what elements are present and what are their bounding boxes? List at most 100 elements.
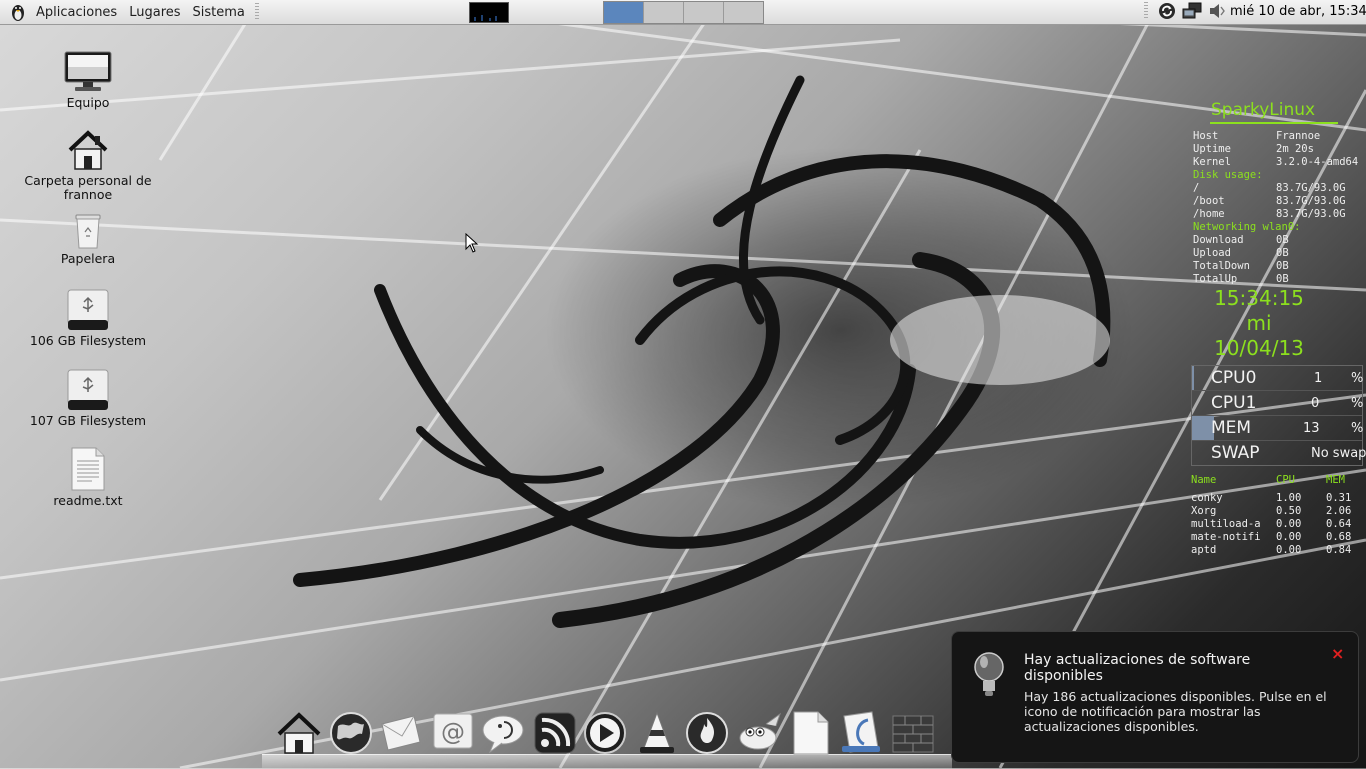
conky-net-row: Download 0B bbox=[1186, 234, 1366, 247]
menu-aplicaciones[interactable]: Aplicaciones bbox=[30, 5, 123, 20]
workspace-4[interactable] bbox=[724, 2, 763, 23]
conky-process-table: Name CPU MEM conky 1.00 0.31 Xorg 0.50 2.06 … bbox=[1186, 474, 1366, 557]
meter-label: CPU1 bbox=[1211, 393, 1257, 413]
desktop-icon-equipo[interactable]: Equipo bbox=[18, 50, 158, 110]
conky-date: 10/04/13 bbox=[1214, 336, 1304, 360]
conky-key: Uptime bbox=[1193, 143, 1231, 155]
desktop-icon-readme[interactable]: readme.txt bbox=[18, 446, 158, 508]
network-icon[interactable] bbox=[1182, 2, 1202, 20]
conky-key: TotalUp bbox=[1193, 273, 1238, 285]
conky-key: /home bbox=[1193, 208, 1225, 220]
process-mem: 0.64 bbox=[1326, 518, 1352, 530]
firewall-icon[interactable] bbox=[890, 710, 936, 756]
process-row: conky 1.00 0.31 bbox=[1186, 492, 1366, 505]
meter-label: SWAP bbox=[1211, 443, 1260, 463]
desktop-icon-label: Equipo bbox=[66, 95, 110, 110]
menu-lugares[interactable]: Lugares bbox=[123, 5, 186, 20]
meter-value: 1 bbox=[1314, 371, 1323, 386]
system-tray bbox=[1140, 2, 1226, 20]
chat-icon[interactable] bbox=[480, 710, 526, 756]
menu-sistema[interactable]: Sistema bbox=[187, 5, 251, 20]
mail-icon[interactable] bbox=[378, 710, 424, 756]
panel-grip[interactable] bbox=[254, 3, 259, 21]
tray-grip[interactable] bbox=[1144, 2, 1148, 20]
office-icon[interactable] bbox=[838, 710, 884, 756]
conky-key: TotalDown bbox=[1193, 260, 1250, 272]
notification-close-button[interactable]: × bbox=[1331, 644, 1344, 663]
process-mem: 0.68 bbox=[1326, 531, 1352, 543]
conky-widget: SparkyLinux Host Frannoe Uptime 2m 20s Ker… bbox=[1186, 100, 1366, 557]
document-icon[interactable] bbox=[788, 710, 834, 756]
conky-kernel-row: Kernel 3.2.0-4-amd64 bbox=[1186, 156, 1366, 169]
update-notification[interactable]: Hay actualizaciones de software disponib… bbox=[951, 631, 1359, 763]
conky-value: 83.7G/93.0G bbox=[1276, 208, 1346, 220]
dock-shelf bbox=[262, 754, 952, 769]
home-icon[interactable] bbox=[276, 710, 322, 756]
workspace-switcher[interactable] bbox=[603, 1, 764, 24]
conky-disk-heading: Disk usage: bbox=[1193, 169, 1263, 181]
process-cpu: 0.50 bbox=[1276, 505, 1302, 517]
conky-key: Kernel bbox=[1193, 156, 1231, 168]
meter-label: MEM bbox=[1211, 418, 1252, 438]
conky-time: 15:34:15 bbox=[1214, 286, 1304, 310]
conky-key: Upload bbox=[1193, 247, 1231, 259]
volume-icon[interactable] bbox=[1208, 2, 1226, 20]
panel-clock[interactable]: mié 10 de abr, 15:34 bbox=[1230, 4, 1366, 19]
desktop-icon-107gb[interactable]: 107 GB Filesystem bbox=[18, 368, 158, 428]
conky-value: Frannoe bbox=[1276, 130, 1321, 142]
conky-key: / bbox=[1193, 182, 1200, 194]
workspace-1[interactable] bbox=[604, 2, 644, 23]
workspace-2[interactable] bbox=[644, 2, 684, 23]
drive-icon bbox=[67, 369, 109, 410]
meter-unit: % bbox=[1351, 396, 1364, 411]
conky-meters: CPU0 1 % CPU1 0 % MEM 13 % SWAP No swap bbox=[1191, 365, 1366, 466]
process-mem: 0.31 bbox=[1326, 492, 1352, 504]
conky-key: /boot bbox=[1193, 195, 1225, 207]
gimp-icon[interactable] bbox=[736, 710, 782, 756]
process-name: aptd bbox=[1191, 544, 1217, 556]
update-refresh-icon[interactable] bbox=[1158, 2, 1176, 20]
conky-value: 83.7G/93.0G bbox=[1276, 182, 1346, 194]
meter-value: No swap bbox=[1311, 446, 1366, 461]
dock: @ bbox=[262, 706, 952, 769]
conky-net-row: Upload 0B bbox=[1186, 247, 1366, 260]
web-browser-icon[interactable] bbox=[328, 710, 374, 756]
meter-label: CPU0 bbox=[1211, 368, 1257, 388]
burner-icon[interactable] bbox=[684, 710, 730, 756]
distro-logo-icon[interactable] bbox=[8, 2, 28, 22]
process-mem: 2.06 bbox=[1326, 505, 1352, 517]
notification-body: Hay 186 actualizaciones disponibles. Pul… bbox=[1024, 689, 1327, 734]
desktop-icon-papelera[interactable]: Papelera bbox=[18, 212, 158, 266]
text-file-icon bbox=[71, 447, 105, 491]
meter-mem: MEM 13 % bbox=[1192, 416, 1364, 441]
meter-value: 0 bbox=[1311, 396, 1320, 411]
conky-title: SparkyLinux bbox=[1211, 100, 1316, 120]
rss-icon[interactable] bbox=[532, 710, 578, 756]
process-header-cpu: CPU bbox=[1276, 474, 1295, 486]
process-name: Xorg bbox=[1191, 505, 1217, 517]
process-row: aptd 0.00 0.84 bbox=[1186, 544, 1366, 557]
conky-value: 0B bbox=[1276, 273, 1289, 285]
process-cpu: 0.00 bbox=[1276, 518, 1302, 530]
process-row: mate-notifi 0.00 0.68 bbox=[1186, 531, 1366, 544]
media-player-icon[interactable] bbox=[582, 710, 628, 756]
desktop-icon-106gb[interactable]: 106 GB Filesystem bbox=[18, 288, 158, 348]
conky-host-row: Host Frannoe bbox=[1186, 130, 1366, 143]
meter-value: 13 bbox=[1303, 421, 1320, 436]
workspace-3[interactable] bbox=[684, 2, 724, 23]
conky-day: mi bbox=[1246, 311, 1272, 335]
meter-cpu0: CPU0 1 % bbox=[1192, 366, 1363, 391]
meter-cpu1: CPU1 0 % bbox=[1192, 391, 1364, 416]
conky-net-heading: Networking wlan0: bbox=[1193, 221, 1301, 233]
system-monitor-applet[interactable] bbox=[469, 2, 509, 23]
process-header-mem: MEM bbox=[1326, 474, 1345, 486]
svg-text:@: @ bbox=[441, 718, 465, 746]
desktop-icon-label: Carpeta personal de frannoe bbox=[24, 173, 152, 202]
vlc-icon[interactable] bbox=[634, 710, 680, 756]
process-header: Name CPU MEM bbox=[1186, 474, 1366, 487]
notification-title: Hay actualizaciones de software disponib… bbox=[1024, 652, 1251, 684]
desktop-icon-home[interactable]: Carpeta personal de frannoe bbox=[18, 128, 158, 202]
meter-unit: % bbox=[1351, 421, 1364, 436]
email-client-icon[interactable]: @ bbox=[430, 710, 476, 756]
process-row: multiload-a 0.00 0.64 bbox=[1186, 518, 1366, 531]
